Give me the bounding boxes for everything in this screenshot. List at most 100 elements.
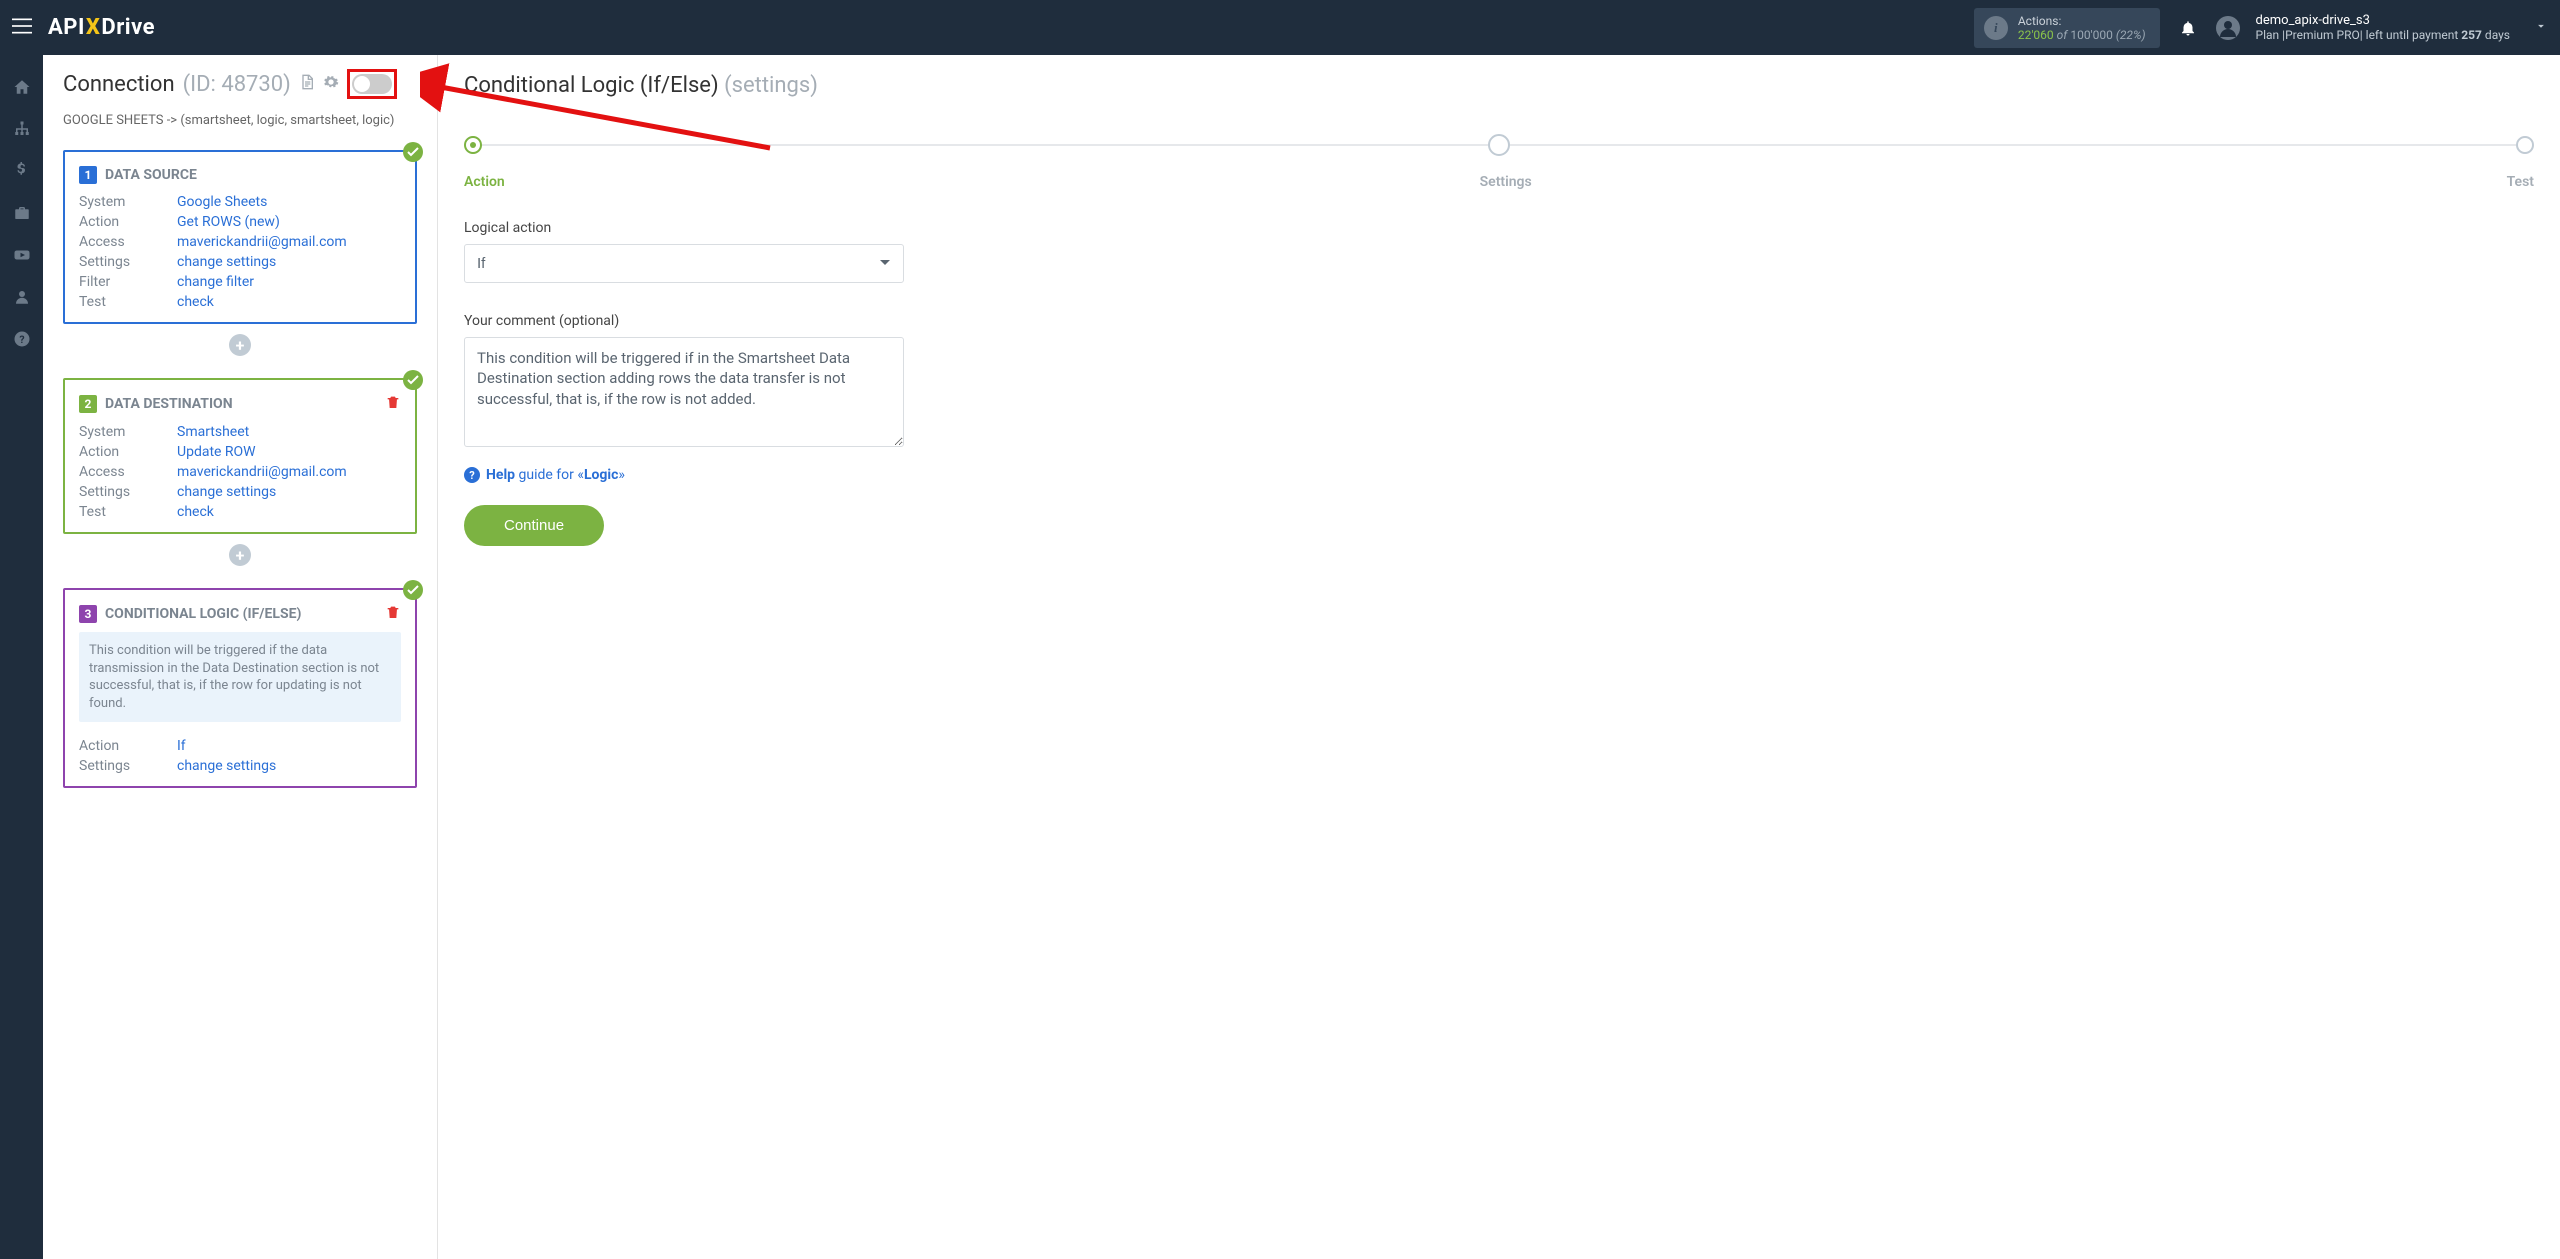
logo[interactable]: APIXDrive bbox=[48, 15, 155, 40]
page-subtitle: (settings) bbox=[724, 73, 818, 98]
avatar-icon[interactable] bbox=[2216, 16, 2240, 40]
help-icon: ? bbox=[464, 467, 480, 483]
v-action[interactable]: If bbox=[177, 738, 401, 754]
v-system[interactable]: Smartsheet bbox=[177, 424, 401, 440]
v-settings[interactable]: change settings bbox=[177, 254, 401, 270]
doc-icon[interactable] bbox=[299, 74, 315, 94]
check-badge-icon bbox=[403, 142, 423, 162]
v-action[interactable]: Update ROW bbox=[177, 444, 401, 460]
side-panel: Connection (ID: 48730) GOOGLE SHEETS -> … bbox=[43, 55, 438, 1259]
step-action-dot[interactable] bbox=[464, 136, 482, 154]
v-access[interactable]: maverickandrii@gmail.com bbox=[177, 464, 401, 480]
step-label-action[interactable]: Action bbox=[464, 174, 505, 190]
rail-billing-icon[interactable] bbox=[0, 151, 43, 191]
actions-usage-box[interactable]: i Actions: 22'060 of 100'000 (22%) bbox=[1974, 8, 2160, 48]
connection-id: (ID: 48730) bbox=[183, 72, 291, 97]
rail-connections-icon[interactable] bbox=[0, 109, 43, 149]
comment-textarea[interactable] bbox=[464, 337, 904, 447]
actions-of: of bbox=[2057, 28, 2068, 42]
k-settings: Settings bbox=[79, 254, 159, 270]
topbar: APIXDrive i Actions: 22'060 of 100'000 (… bbox=[0, 0, 2560, 55]
k-action: Action bbox=[79, 214, 159, 230]
card3-num: 3 bbox=[79, 605, 97, 623]
connection-title: Connection bbox=[63, 72, 175, 97]
card3-title: CONDITIONAL LOGIC (IF/ELSE) bbox=[105, 606, 301, 622]
continue-button[interactable]: Continue bbox=[464, 505, 604, 546]
add-step-button[interactable]: + bbox=[229, 334, 251, 356]
k-settings: Settings bbox=[79, 484, 159, 500]
v-filter[interactable]: change filter bbox=[177, 274, 401, 290]
k-test: Test bbox=[79, 294, 159, 310]
delete-icon[interactable] bbox=[385, 604, 401, 624]
rail-help-icon[interactable]: ? bbox=[0, 319, 43, 359]
v-access[interactable]: maverickandrii@gmail.com bbox=[177, 234, 401, 250]
help-link[interactable]: ? Help guide for «Logic» bbox=[464, 467, 2534, 483]
add-step-button[interactable]: + bbox=[229, 544, 251, 566]
v-settings[interactable]: change settings bbox=[177, 758, 401, 774]
step-settings-dot[interactable] bbox=[1488, 134, 1510, 156]
v-system[interactable]: Google Sheets bbox=[177, 194, 401, 210]
k-action: Action bbox=[79, 738, 159, 754]
step-test-dot[interactable] bbox=[2516, 136, 2534, 154]
v-action[interactable]: Get ROWS (new) bbox=[177, 214, 401, 230]
help-text-3: » bbox=[618, 467, 625, 483]
comment-label: Your comment (optional) bbox=[464, 313, 904, 329]
k-system: System bbox=[79, 194, 159, 210]
actions-count: 22'060 bbox=[2018, 28, 2054, 42]
rail-home-icon[interactable] bbox=[0, 67, 43, 107]
card-data-destination[interactable]: 2 DATA DESTINATION System Smartsheet Actio… bbox=[63, 378, 417, 534]
svg-text:?: ? bbox=[19, 333, 24, 346]
k-system: System bbox=[79, 424, 159, 440]
help-bold: Logic bbox=[584, 467, 618, 483]
k-settings: Settings bbox=[79, 758, 159, 774]
k-filter: Filter bbox=[79, 274, 159, 290]
user-box[interactable]: demo_apix-drive_s3 Plan |Premium PRO| le… bbox=[2256, 13, 2510, 42]
delete-icon[interactable] bbox=[385, 394, 401, 414]
plan-suffix: days bbox=[2485, 28, 2510, 42]
user-name: demo_apix-drive_s3 bbox=[2256, 13, 2510, 28]
card2-title: DATA DESTINATION bbox=[105, 396, 233, 412]
step-label-settings[interactable]: Settings bbox=[505, 174, 2507, 190]
plan-prefix: Plan |Premium PRO| left until payment bbox=[2256, 28, 2459, 42]
k-action: Action bbox=[79, 444, 159, 460]
card3-note: This condition will be triggered if the … bbox=[79, 632, 401, 722]
v-test[interactable]: check bbox=[177, 504, 401, 520]
v-test[interactable]: check bbox=[177, 294, 401, 310]
gear-icon[interactable] bbox=[323, 74, 339, 94]
card2-num: 2 bbox=[79, 395, 97, 413]
icon-rail: ? bbox=[0, 55, 43, 1259]
stepper bbox=[464, 134, 2534, 156]
rail-video-icon[interactable] bbox=[0, 235, 43, 275]
logo-prefix: API bbox=[48, 15, 85, 40]
logo-suffix: Drive bbox=[101, 15, 155, 40]
card1-title: DATA SOURCE bbox=[105, 167, 197, 183]
rail-briefcase-icon[interactable] bbox=[0, 193, 43, 233]
k-access: Access bbox=[79, 234, 159, 250]
check-badge-icon bbox=[403, 370, 423, 390]
check-badge-icon bbox=[403, 580, 423, 600]
help-text-2: guide for « bbox=[519, 467, 584, 483]
k-test: Test bbox=[79, 504, 159, 520]
user-chevron-icon[interactable] bbox=[2534, 18, 2548, 37]
logical-action-label: Logical action bbox=[464, 220, 904, 236]
enable-toggle[interactable] bbox=[352, 74, 392, 94]
card-data-source[interactable]: 1DATA SOURCE SystemGoogle Sheets ActionG… bbox=[63, 150, 417, 324]
logo-x: X bbox=[86, 15, 101, 40]
plan-days: 257 bbox=[2461, 28, 2482, 42]
k-access: Access bbox=[79, 464, 159, 480]
bell-icon[interactable] bbox=[2176, 16, 2200, 40]
content-panel: Conditional Logic (If/Else) (settings) A… bbox=[438, 55, 2560, 1259]
actions-total: 100'000 bbox=[2070, 28, 2113, 42]
connection-breadcrumb: GOOGLE SHEETS -> (smartsheet, logic, sma… bbox=[63, 113, 417, 128]
info-icon: i bbox=[1984, 16, 2008, 40]
actions-label: Actions: bbox=[2018, 14, 2146, 28]
card-conditional-logic[interactable]: 3 CONDITIONAL LOGIC (IF/ELSE) This condit… bbox=[63, 588, 417, 788]
hamburger-icon[interactable] bbox=[12, 18, 32, 38]
enable-toggle-highlight bbox=[347, 69, 397, 99]
logical-action-select[interactable]: If bbox=[464, 244, 904, 283]
page-title: Conditional Logic (If/Else) (settings) bbox=[464, 73, 2534, 98]
help-text-1: Help bbox=[486, 467, 515, 483]
v-settings[interactable]: change settings bbox=[177, 484, 401, 500]
rail-profile-icon[interactable] bbox=[0, 277, 43, 317]
step-label-test[interactable]: Test bbox=[2507, 174, 2534, 190]
